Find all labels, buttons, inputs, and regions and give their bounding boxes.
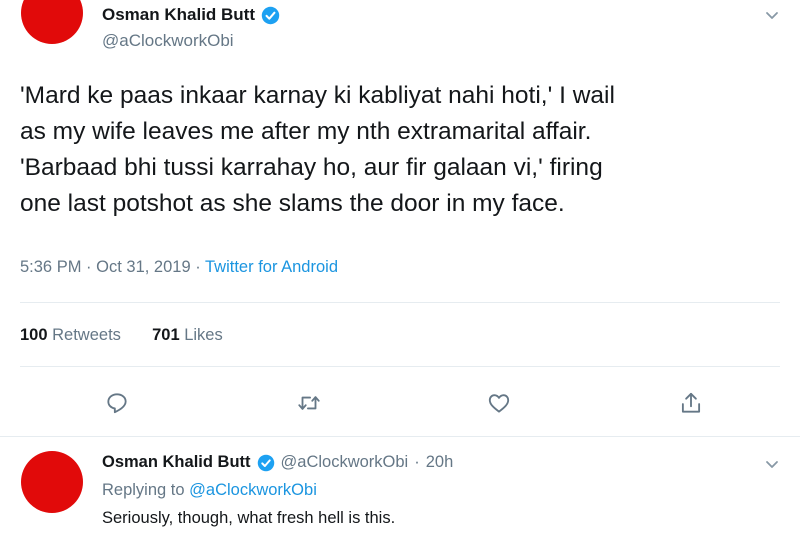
tweet-text-line: 'Mard ke paas inkaar karnay ki kabliyat … [20,82,615,109]
tweet-stats: 100 Retweets 701 Likes [20,326,223,345]
like-icon [488,394,510,413]
tweet-text-line: one last potshot as she slams the door i… [20,190,565,217]
share-button[interactable] [674,386,708,420]
share-icon [681,392,701,413]
verified-badge-icon [261,6,280,24]
reply-author-handle[interactable]: @aClockworkObi [281,453,409,472]
tweet-text-line: 'Barbaad bhi tussi karrahay ho, aur fir … [20,154,603,181]
meta-separator: · [195,258,201,276]
author-block: Osman Khalid Butt [102,5,280,25]
reply-age[interactable]: 20h [426,453,454,472]
meta-separator: · [414,453,420,471]
tweet-text-line: as my wife leaves me after my nth extram… [20,118,592,145]
reply-tweet-text: Seriously, though, what fresh hell is th… [102,509,396,527]
tweet-text: 'Mard ke paas inkaar karnay ki kabliyat … [20,78,790,222]
meta-separator: · [86,258,92,276]
retweet-button[interactable] [292,386,326,420]
retweets-stat[interactable]: 100 Retweets [20,326,126,344]
retweets-label: Retweets [52,326,121,344]
replying-to: Replying to @aClockworkObi [102,481,317,500]
tweet-source-link[interactable]: Twitter for Android [205,258,338,276]
divider [0,436,800,437]
replying-prefix: Replying to [102,481,185,499]
author-handle[interactable]: @aClockworkObi [102,31,234,51]
reply-avatar[interactable] [21,451,83,513]
tweet-date[interactable]: Oct 31, 2019 [96,258,190,276]
reply-author-block: Osman Khalid Butt @aClockworkObi · 20h [102,453,453,472]
reply-icon [107,393,127,414]
tweet-meta: 5:36 PM · Oct 31, 2019 · Twitter for And… [20,258,338,277]
likes-label: Likes [184,326,223,344]
likes-count: 701 [152,326,180,344]
retweet-icon [298,396,320,410]
avatar[interactable] [21,0,83,44]
chevron-down-icon[interactable] [760,3,784,27]
verified-badge-icon [257,454,274,471]
reply-author-name[interactable]: Osman Khalid Butt [102,453,251,472]
divider [20,302,780,303]
divider [20,366,780,367]
likes-stat[interactable]: 701 Likes [152,326,223,344]
replying-to-link[interactable]: @aClockworkObi [189,481,317,499]
tweet-actions [0,386,800,420]
tweet-time[interactable]: 5:36 PM [20,258,81,276]
like-button[interactable] [482,386,516,420]
reply-button[interactable] [100,386,134,420]
retweets-count: 100 [20,326,48,344]
chevron-down-icon[interactable] [760,452,784,476]
author-name[interactable]: Osman Khalid Butt [102,5,255,25]
